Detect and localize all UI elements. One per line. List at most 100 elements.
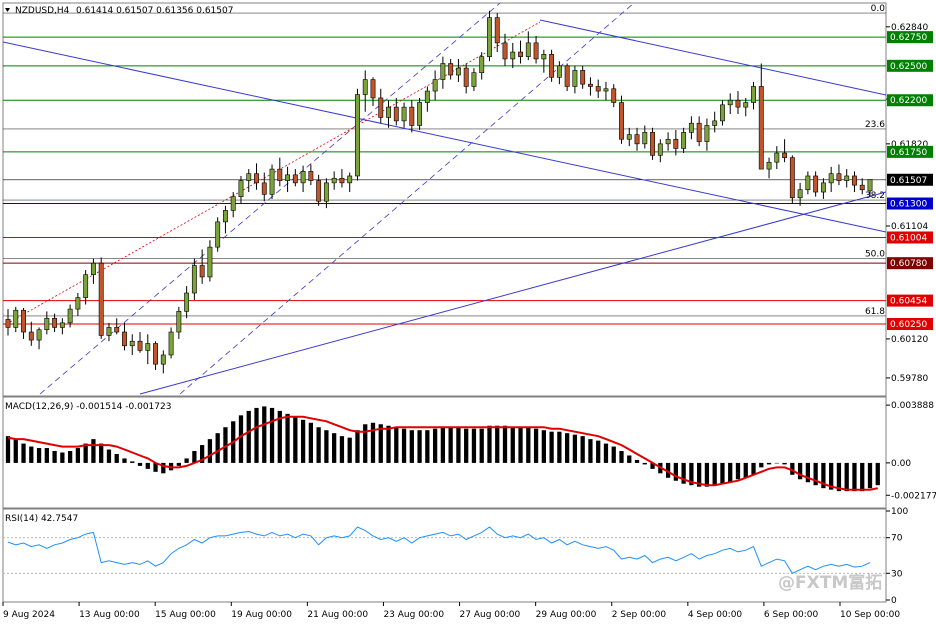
macd-bar	[409, 430, 414, 463]
macd-bar	[176, 462, 181, 466]
candle-body	[409, 106, 415, 126]
macd-bar	[619, 451, 624, 463]
candle-body	[215, 221, 221, 248]
time-tick-label: 15 Aug 00:00	[155, 610, 216, 620]
macd-bar	[759, 462, 764, 468]
macd-bar	[44, 448, 49, 463]
macd-bar	[269, 407, 275, 463]
candle-body	[611, 88, 617, 103]
time-tick-label: 2 Sep 00:00	[612, 610, 667, 620]
candle-body	[129, 340, 135, 347]
candle-body	[634, 134, 640, 145]
price-level-tag-label: 0.62750	[890, 33, 927, 43]
candle-body	[696, 122, 702, 142]
candle-body	[455, 67, 461, 76]
macd-bar	[308, 422, 314, 463]
rsi-tick-label: 100	[891, 507, 908, 517]
candle-body	[347, 175, 353, 184]
macd-bar	[580, 436, 585, 463]
macd-bar	[712, 462, 717, 486]
macd-bar	[99, 443, 104, 463]
macd-bar	[549, 431, 554, 463]
macd-bar	[471, 428, 477, 463]
macd-bar	[572, 434, 578, 463]
ohlc-values: 0.61414 0.61507 0.61356 0.61507	[76, 6, 233, 16]
candle-body	[471, 72, 477, 87]
time-tick-label: 4 Sep 00:00	[688, 610, 743, 620]
candle-body	[751, 86, 756, 103]
macd-bar	[533, 428, 539, 463]
macd-bar	[844, 462, 849, 492]
candle-body	[549, 54, 555, 78]
price-level-tag-label: 0.60780	[890, 259, 927, 269]
macd-bar	[596, 440, 601, 463]
candle-body	[417, 102, 423, 126]
candle-body	[21, 309, 26, 333]
macd-bar	[370, 422, 376, 463]
macd-bar	[510, 427, 515, 463]
macd-bar	[673, 462, 678, 481]
price-tick-label: 0.59780	[891, 374, 928, 384]
candle-body	[370, 79, 376, 99]
rsi-label: RSI(14) 42.7547	[5, 514, 78, 524]
macd-bar	[541, 430, 546, 463]
macd-bar	[52, 451, 57, 463]
macd-bar	[21, 443, 26, 463]
rsi-tick-label: 0	[891, 596, 897, 606]
time-tick-label: 6 Sep 00:00	[764, 610, 819, 620]
macd-bar	[130, 461, 135, 463]
macd-bar	[378, 424, 383, 463]
candle-body	[28, 331, 34, 341]
macd-bar	[564, 433, 570, 463]
rsi-tick-label: 30	[891, 569, 903, 579]
candle-body	[401, 106, 407, 122]
macd-bar	[184, 458, 189, 463]
candle-body	[852, 175, 857, 186]
candle-body	[5, 319, 11, 328]
candle-body	[758, 86, 764, 170]
price-level-tag-label: 0.60454	[890, 297, 927, 307]
candle-body	[106, 327, 112, 336]
macd-bar	[634, 459, 640, 463]
macd-bar	[355, 430, 360, 463]
candle-body	[688, 122, 694, 133]
candle-body	[440, 63, 446, 80]
macd-bar	[751, 462, 756, 475]
candle-body	[223, 210, 228, 223]
macd-bar	[5, 436, 11, 463]
macd-bar	[215, 433, 220, 463]
macd-bar	[254, 407, 259, 463]
candle-body	[432, 79, 438, 92]
macd-bar	[192, 451, 197, 463]
candle-body	[603, 88, 609, 92]
time-tick-label: 29 Aug 00:00	[536, 610, 597, 620]
macd-bar	[642, 462, 647, 465]
candle-body	[587, 83, 593, 87]
candle-body	[277, 168, 283, 181]
candle-body	[494, 17, 500, 44]
macd-bar	[867, 462, 873, 489]
candle-body	[533, 42, 539, 60]
candle-body	[90, 262, 96, 275]
candle-body	[44, 317, 50, 331]
rsi-tick-label: 70	[891, 534, 903, 544]
price-level-tag-label: 0.61300	[890, 200, 927, 210]
symbol-label: NZDUSD,H4	[15, 6, 70, 16]
candle-body	[743, 102, 749, 108]
candle-body	[145, 343, 151, 351]
candle-body	[393, 106, 399, 122]
candle-body	[704, 125, 710, 142]
chart-background	[0, 0, 936, 624]
candle-body	[339, 177, 345, 184]
candle-body	[13, 309, 19, 328]
macd-bar	[627, 455, 632, 463]
candle-body	[619, 102, 624, 140]
price-level-tag-label: 0.61004	[890, 233, 927, 243]
macd-bar	[122, 458, 127, 463]
candle-body	[797, 189, 803, 199]
macd-label: MACD(12,26,9) -0.001514 -0.001723	[5, 402, 171, 412]
candle-body	[782, 152, 788, 158]
macd-bar	[339, 436, 345, 463]
macd-bar	[36, 448, 42, 463]
fib-label: 50.0	[865, 250, 885, 260]
